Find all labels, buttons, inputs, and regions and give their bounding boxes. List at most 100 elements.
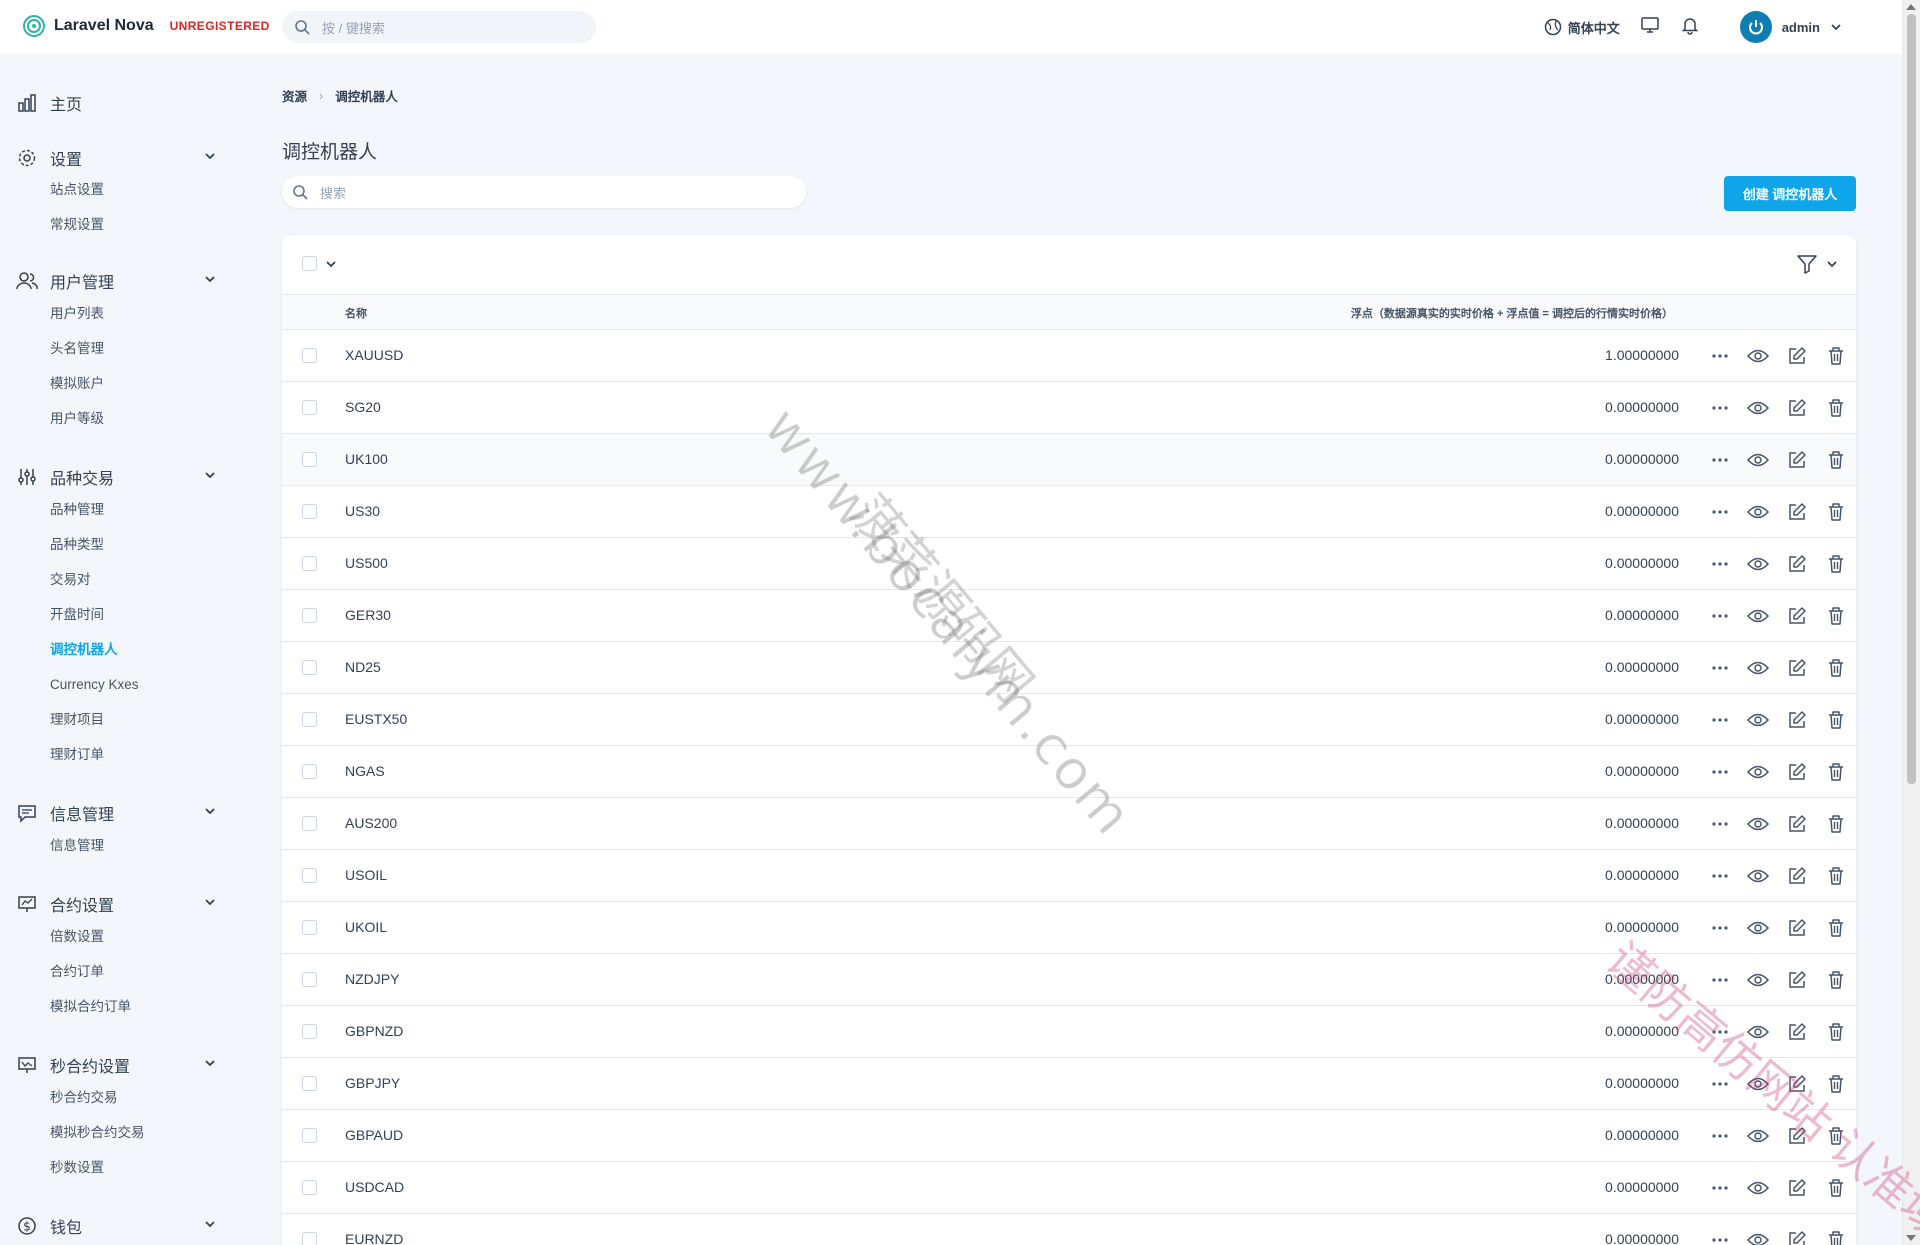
table-row[interactable]: NGAS 0.00000000 <box>282 746 1856 798</box>
row-checkbox[interactable] <box>302 1128 317 1143</box>
edit-pencil-icon[interactable] <box>1785 1176 1809 1200</box>
view-eye-icon[interactable] <box>1746 656 1770 680</box>
sidebar-item-control-robots[interactable]: 调控机器人 <box>50 640 118 660</box>
filter-dropdown[interactable] <box>1796 253 1838 275</box>
breadcrumb-root-link[interactable]: 资源 <box>282 86 307 105</box>
table-row[interactable]: GBPJPY 0.00000000 <box>282 1058 1856 1110</box>
row-checkbox[interactable] <box>302 1076 317 1091</box>
chevron-down-icon[interactable] <box>204 805 216 817</box>
language-switcher[interactable]: 简体中文 <box>1544 18 1620 37</box>
more-actions-icon[interactable] <box>1708 1072 1732 1096</box>
more-actions-icon[interactable] <box>1708 864 1732 888</box>
table-row[interactable]: USDCAD 0.00000000 <box>282 1162 1856 1214</box>
bell-icon[interactable] <box>1680 15 1700 40</box>
row-checkbox[interactable] <box>302 452 317 467</box>
row-checkbox[interactable] <box>302 920 317 935</box>
more-actions-icon[interactable] <box>1708 968 1732 992</box>
delete-trash-icon[interactable] <box>1824 448 1848 472</box>
delete-trash-icon[interactable] <box>1824 552 1848 576</box>
delete-trash-icon[interactable] <box>1824 916 1848 940</box>
table-row[interactable]: UKOIL 0.00000000 <box>282 902 1856 954</box>
chevron-down-icon[interactable] <box>204 896 216 908</box>
delete-trash-icon[interactable] <box>1824 968 1848 992</box>
edit-pencil-icon[interactable] <box>1785 1020 1809 1044</box>
sidebar-item-head-names[interactable]: 头名管理 <box>50 339 104 359</box>
table-row[interactable]: US500 0.00000000 <box>282 538 1856 590</box>
sidebar-item-currency-kxes[interactable]: Currency Kxes <box>50 675 139 695</box>
row-checkbox[interactable] <box>302 868 317 883</box>
delete-trash-icon[interactable] <box>1824 656 1848 680</box>
table-row[interactable]: GBPAUD 0.00000000 <box>282 1110 1856 1162</box>
more-actions-icon[interactable] <box>1708 708 1732 732</box>
create-control-robot-button[interactable]: 创建 调控机器人 <box>1724 176 1856 211</box>
delete-trash-icon[interactable] <box>1824 344 1848 368</box>
delete-trash-icon[interactable] <box>1824 1228 1848 1245</box>
delete-trash-icon[interactable] <box>1824 1072 1848 1096</box>
app-logo[interactable]: Laravel Nova UNREGISTERED <box>22 14 270 38</box>
more-actions-icon[interactable] <box>1708 1176 1732 1200</box>
more-actions-icon[interactable] <box>1708 1228 1732 1245</box>
sidebar-item-symbol-management[interactable]: 品种管理 <box>50 500 104 520</box>
table-row[interactable]: NZDJPY 0.00000000 <box>282 954 1856 1006</box>
sidebar-item-wealth-projects[interactable]: 理财项目 <box>50 710 104 730</box>
delete-trash-icon[interactable] <box>1824 708 1848 732</box>
chevron-down-icon[interactable] <box>325 258 337 270</box>
more-actions-icon[interactable] <box>1708 1020 1732 1044</box>
monitor-icon[interactable] <box>1640 15 1660 40</box>
edit-pencil-icon[interactable] <box>1785 916 1809 940</box>
chevron-down-icon[interactable] <box>204 469 216 481</box>
column-header-float[interactable]: 浮点（数据源真实的实时价格 + 浮点值 = 调控后的行情实时价格） <box>1351 305 1673 321</box>
edit-pencil-icon[interactable] <box>1785 708 1809 732</box>
view-eye-icon[interactable] <box>1746 968 1770 992</box>
more-actions-icon[interactable] <box>1708 344 1732 368</box>
row-checkbox[interactable] <box>302 348 317 363</box>
column-header-name[interactable]: 名称 <box>345 305 367 321</box>
more-actions-icon[interactable] <box>1708 604 1732 628</box>
delete-trash-icon[interactable] <box>1824 1176 1848 1200</box>
more-actions-icon[interactable] <box>1708 916 1732 940</box>
edit-pencil-icon[interactable] <box>1785 1228 1809 1245</box>
view-eye-icon[interactable] <box>1746 708 1770 732</box>
row-checkbox[interactable] <box>302 1024 317 1039</box>
view-eye-icon[interactable] <box>1746 916 1770 940</box>
edit-pencil-icon[interactable] <box>1785 812 1809 836</box>
table-row[interactable]: USOIL 0.00000000 <box>282 850 1856 902</box>
global-search-input[interactable]: 按 / 键搜索 <box>282 11 596 43</box>
scroll-thumb[interactable] <box>1907 14 1916 784</box>
view-eye-icon[interactable] <box>1746 760 1770 784</box>
row-checkbox[interactable] <box>302 556 317 571</box>
resource-search-input[interactable]: 搜索 <box>282 176 806 208</box>
view-eye-icon[interactable] <box>1746 552 1770 576</box>
more-actions-icon[interactable] <box>1708 448 1732 472</box>
view-eye-icon[interactable] <box>1746 396 1770 420</box>
scroll-down-arrow[interactable] <box>1906 1235 1916 1241</box>
delete-trash-icon[interactable] <box>1824 760 1848 784</box>
view-eye-icon[interactable] <box>1746 344 1770 368</box>
edit-pencil-icon[interactable] <box>1785 1072 1809 1096</box>
table-row[interactable]: EURNZD 0.00000000 <box>282 1214 1856 1245</box>
sidebar-group-settings[interactable]: 设置 <box>16 144 216 172</box>
sidebar-item-multiplier-settings[interactable]: 倍数设置 <box>50 927 104 947</box>
more-actions-icon[interactable] <box>1708 1124 1732 1148</box>
sidebar-group-messages[interactable]: 信息管理 <box>16 799 216 827</box>
scroll-up-arrow[interactable] <box>1906 4 1916 10</box>
sidebar-item-symbol-types[interactable]: 品种类型 <box>50 535 104 555</box>
sidebar-item-trading-pairs[interactable]: 交易对 <box>50 570 91 590</box>
sidebar-group-contracts[interactable]: 合约设置 <box>16 890 216 918</box>
row-checkbox[interactable] <box>302 608 317 623</box>
chevron-down-icon[interactable] <box>204 1218 216 1230</box>
view-eye-icon[interactable] <box>1746 604 1770 628</box>
table-row[interactable]: ND25 0.00000000 <box>282 642 1856 694</box>
view-eye-icon[interactable] <box>1746 1124 1770 1148</box>
view-eye-icon[interactable] <box>1746 1020 1770 1044</box>
edit-pencil-icon[interactable] <box>1785 604 1809 628</box>
view-eye-icon[interactable] <box>1746 812 1770 836</box>
row-checkbox[interactable] <box>302 712 317 727</box>
delete-trash-icon[interactable] <box>1824 1124 1848 1148</box>
view-eye-icon[interactable] <box>1746 1176 1770 1200</box>
row-checkbox[interactable] <box>302 972 317 987</box>
sidebar-item-opening-hours[interactable]: 开盘时间 <box>50 605 104 625</box>
sidebar-group-second-contracts[interactable]: 秒合约设置 <box>16 1051 216 1079</box>
view-eye-icon[interactable] <box>1746 1072 1770 1096</box>
table-row[interactable]: EUSTX50 0.00000000 <box>282 694 1856 746</box>
